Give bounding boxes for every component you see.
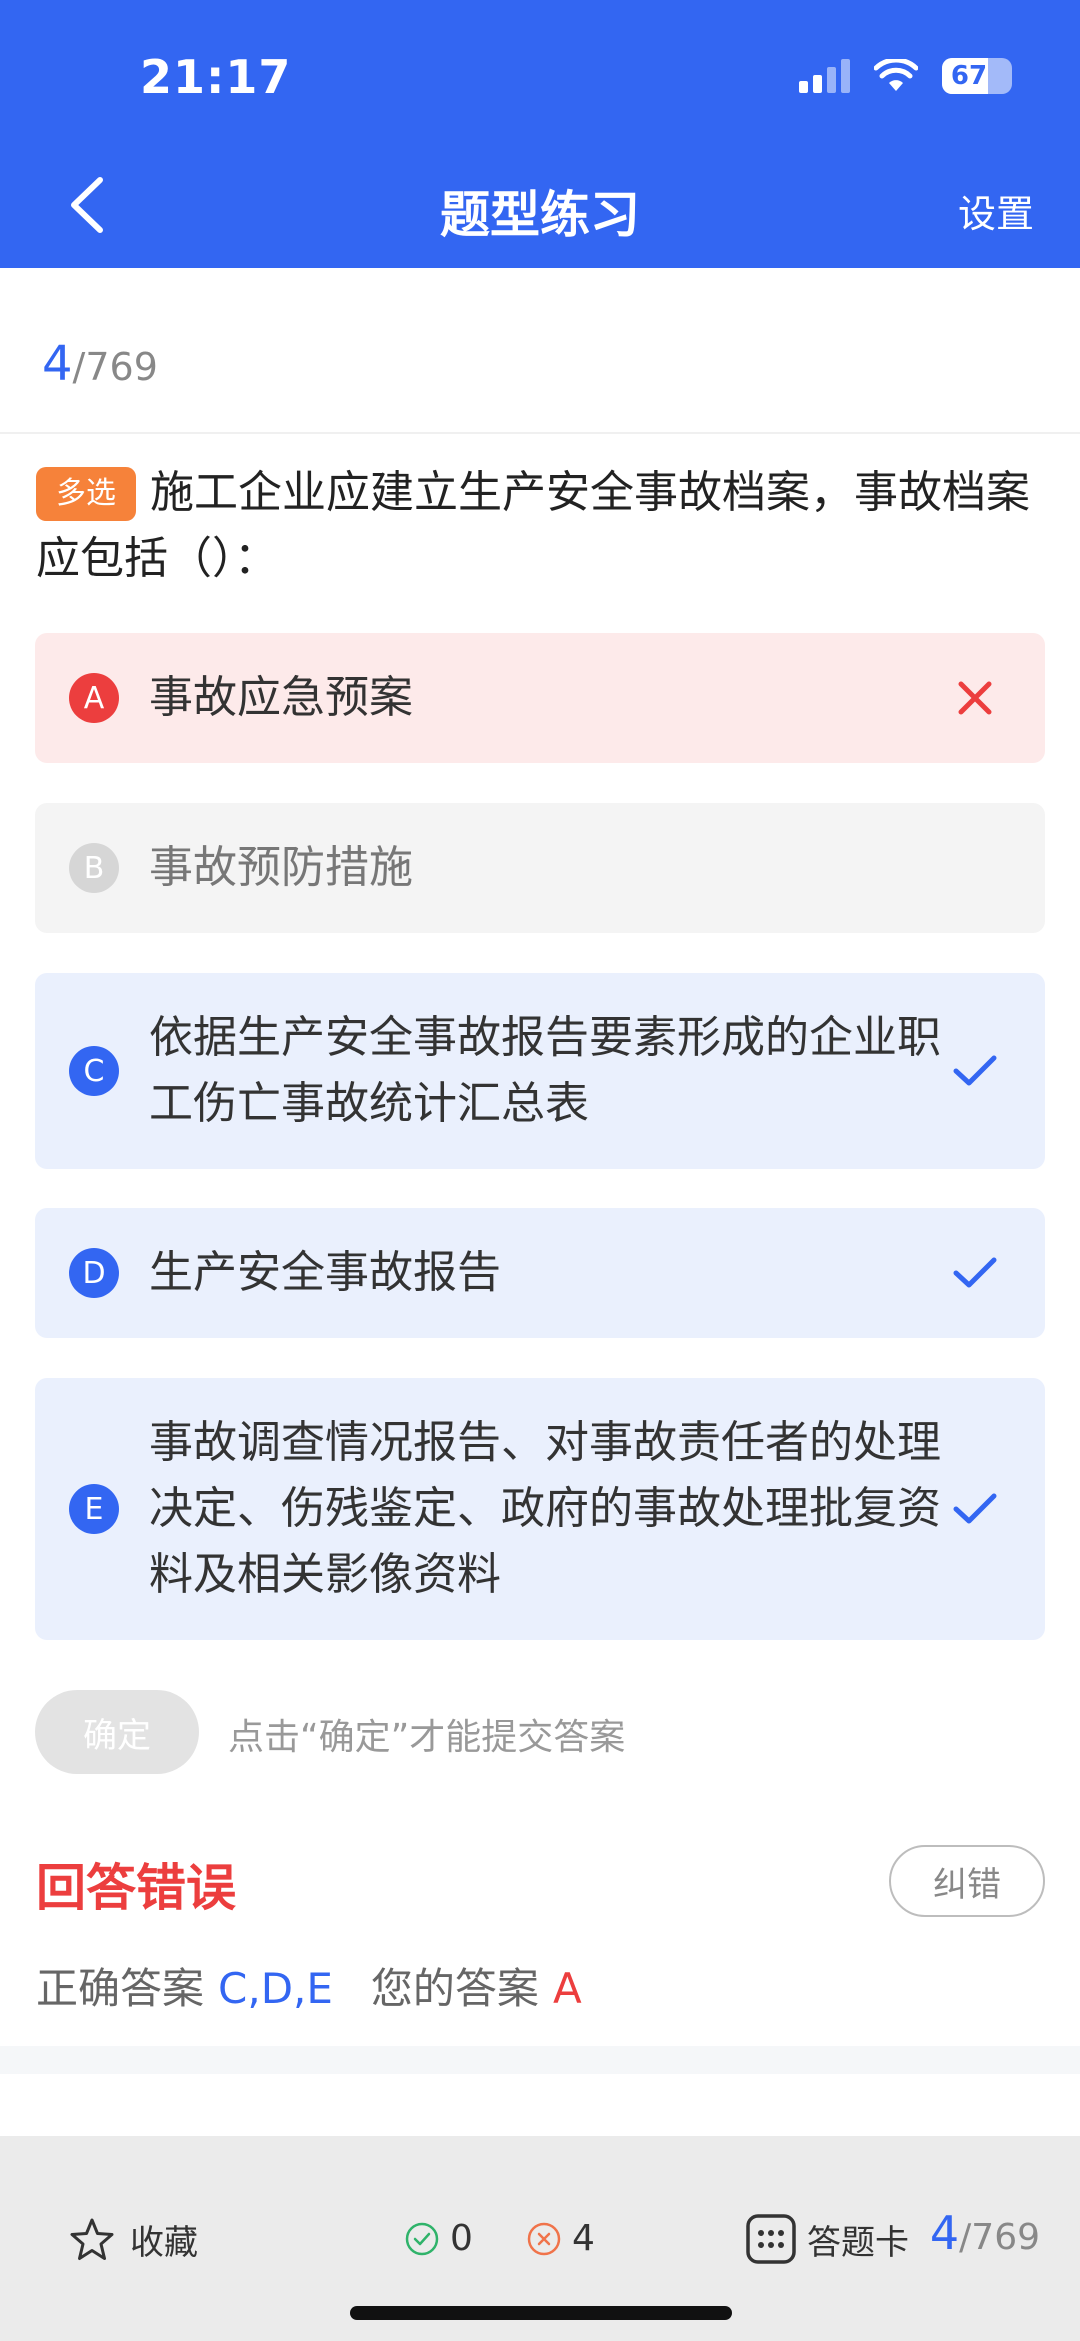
option-letter: A (69, 673, 119, 723)
correct-answer-value: C,D,E (218, 1964, 333, 2013)
option-text: 生产安全事故报告 (149, 1247, 501, 1298)
bottom-progress-current: 4 (929, 2206, 960, 2260)
bottom-progress: 4/769 (930, 2206, 1040, 2260)
wifi-icon (874, 59, 918, 91)
cross-icon (945, 668, 1005, 728)
answer-summary: 正确答案 C,D,E 您的答案 A (36, 1955, 582, 2016)
favorite-button[interactable]: 收藏 (68, 2215, 198, 2264)
question-progress: 4/769 (42, 336, 158, 392)
status-icons: 67 (799, 58, 1012, 94)
progress-current: 4 (42, 336, 73, 392)
divider (0, 432, 1080, 434)
answer-card-button[interactable]: 答题卡 (745, 2213, 909, 2265)
option-c[interactable]: C 依据生产安全事故报告要素形成的企业职工伤亡事故统计汇总表 (35, 973, 1045, 1169)
battery-level: 67 (950, 61, 988, 91)
confirm-button[interactable]: 确定 (35, 1690, 199, 1774)
option-letter: D (69, 1248, 119, 1298)
right-count: 0 (404, 2218, 473, 2259)
check-circle-icon (405, 2222, 439, 2255)
section-divider (0, 2046, 1080, 2074)
settings-button[interactable]: 设置 (958, 183, 1034, 238)
favorite-label: 收藏 (130, 2223, 198, 2263)
progress-total: /769 (72, 345, 158, 389)
bottom-progress-total: /769 (959, 2217, 1040, 2258)
cross-circle-icon (527, 2222, 561, 2255)
battery-icon: 67 (942, 58, 1012, 94)
wrong-count-value: 4 (572, 2218, 595, 2259)
option-letter: B (69, 843, 119, 893)
option-text: 事故调查情况报告、对事故责任者的处理决定、伤残鉴定、政府的事故处理批复资料及相关… (149, 1417, 941, 1600)
option-text: 事故应急预案 (149, 672, 413, 723)
option-letter: E (69, 1484, 119, 1534)
cellular-signal-icon (799, 59, 850, 93)
answer-card-label: 答题卡 (807, 2222, 909, 2263)
question-stem: 多选 施工企业应建立生产安全事故档案，事故档案应包括（）： (36, 460, 1046, 592)
option-e[interactable]: E 事故调查情况报告、对事故责任者的处理决定、伤残鉴定、政府的事故处理批复资料及… (35, 1378, 1045, 1640)
report-error-button[interactable]: 纠错 (889, 1845, 1045, 1917)
app-header: 21:17 67 题型练习 设置 (0, 0, 1080, 268)
star-icon (70, 2218, 114, 2260)
page-title: 题型练习 (440, 186, 640, 244)
grid-icon (746, 2214, 796, 2264)
check-icon (945, 1479, 1005, 1539)
status-time: 21:17 (140, 50, 292, 104)
your-answer-value: A (552, 1964, 582, 2013)
option-letter: C (69, 1046, 119, 1096)
home-indicator (350, 2306, 732, 2320)
check-icon (945, 1243, 1005, 1303)
right-count-value: 0 (450, 2218, 473, 2259)
option-b[interactable]: B 事故预防措施 (35, 803, 1045, 933)
wrong-count: 4 (526, 2218, 595, 2259)
option-text: 依据生产安全事故报告要素形成的企业职工伤亡事故统计汇总表 (149, 1012, 941, 1129)
option-d[interactable]: D 生产安全事故报告 (35, 1208, 1045, 1338)
check-icon (945, 1041, 1005, 1101)
question-type-badge: 多选 (36, 467, 136, 521)
confirm-hint: 点击“确定”才能提交答案 (228, 1717, 626, 1758)
question-text: 施工企业应建立生产安全事故档案，事故档案应包括（）： (36, 467, 1030, 584)
result-title: 回答错误 (36, 1859, 236, 1917)
option-text: 事故预防措施 (149, 842, 413, 893)
your-answer-label: 您的答案 (370, 1964, 539, 2013)
option-a[interactable]: A 事故应急预案 (35, 633, 1045, 763)
correct-answer-label: 正确答案 (36, 1964, 205, 2013)
